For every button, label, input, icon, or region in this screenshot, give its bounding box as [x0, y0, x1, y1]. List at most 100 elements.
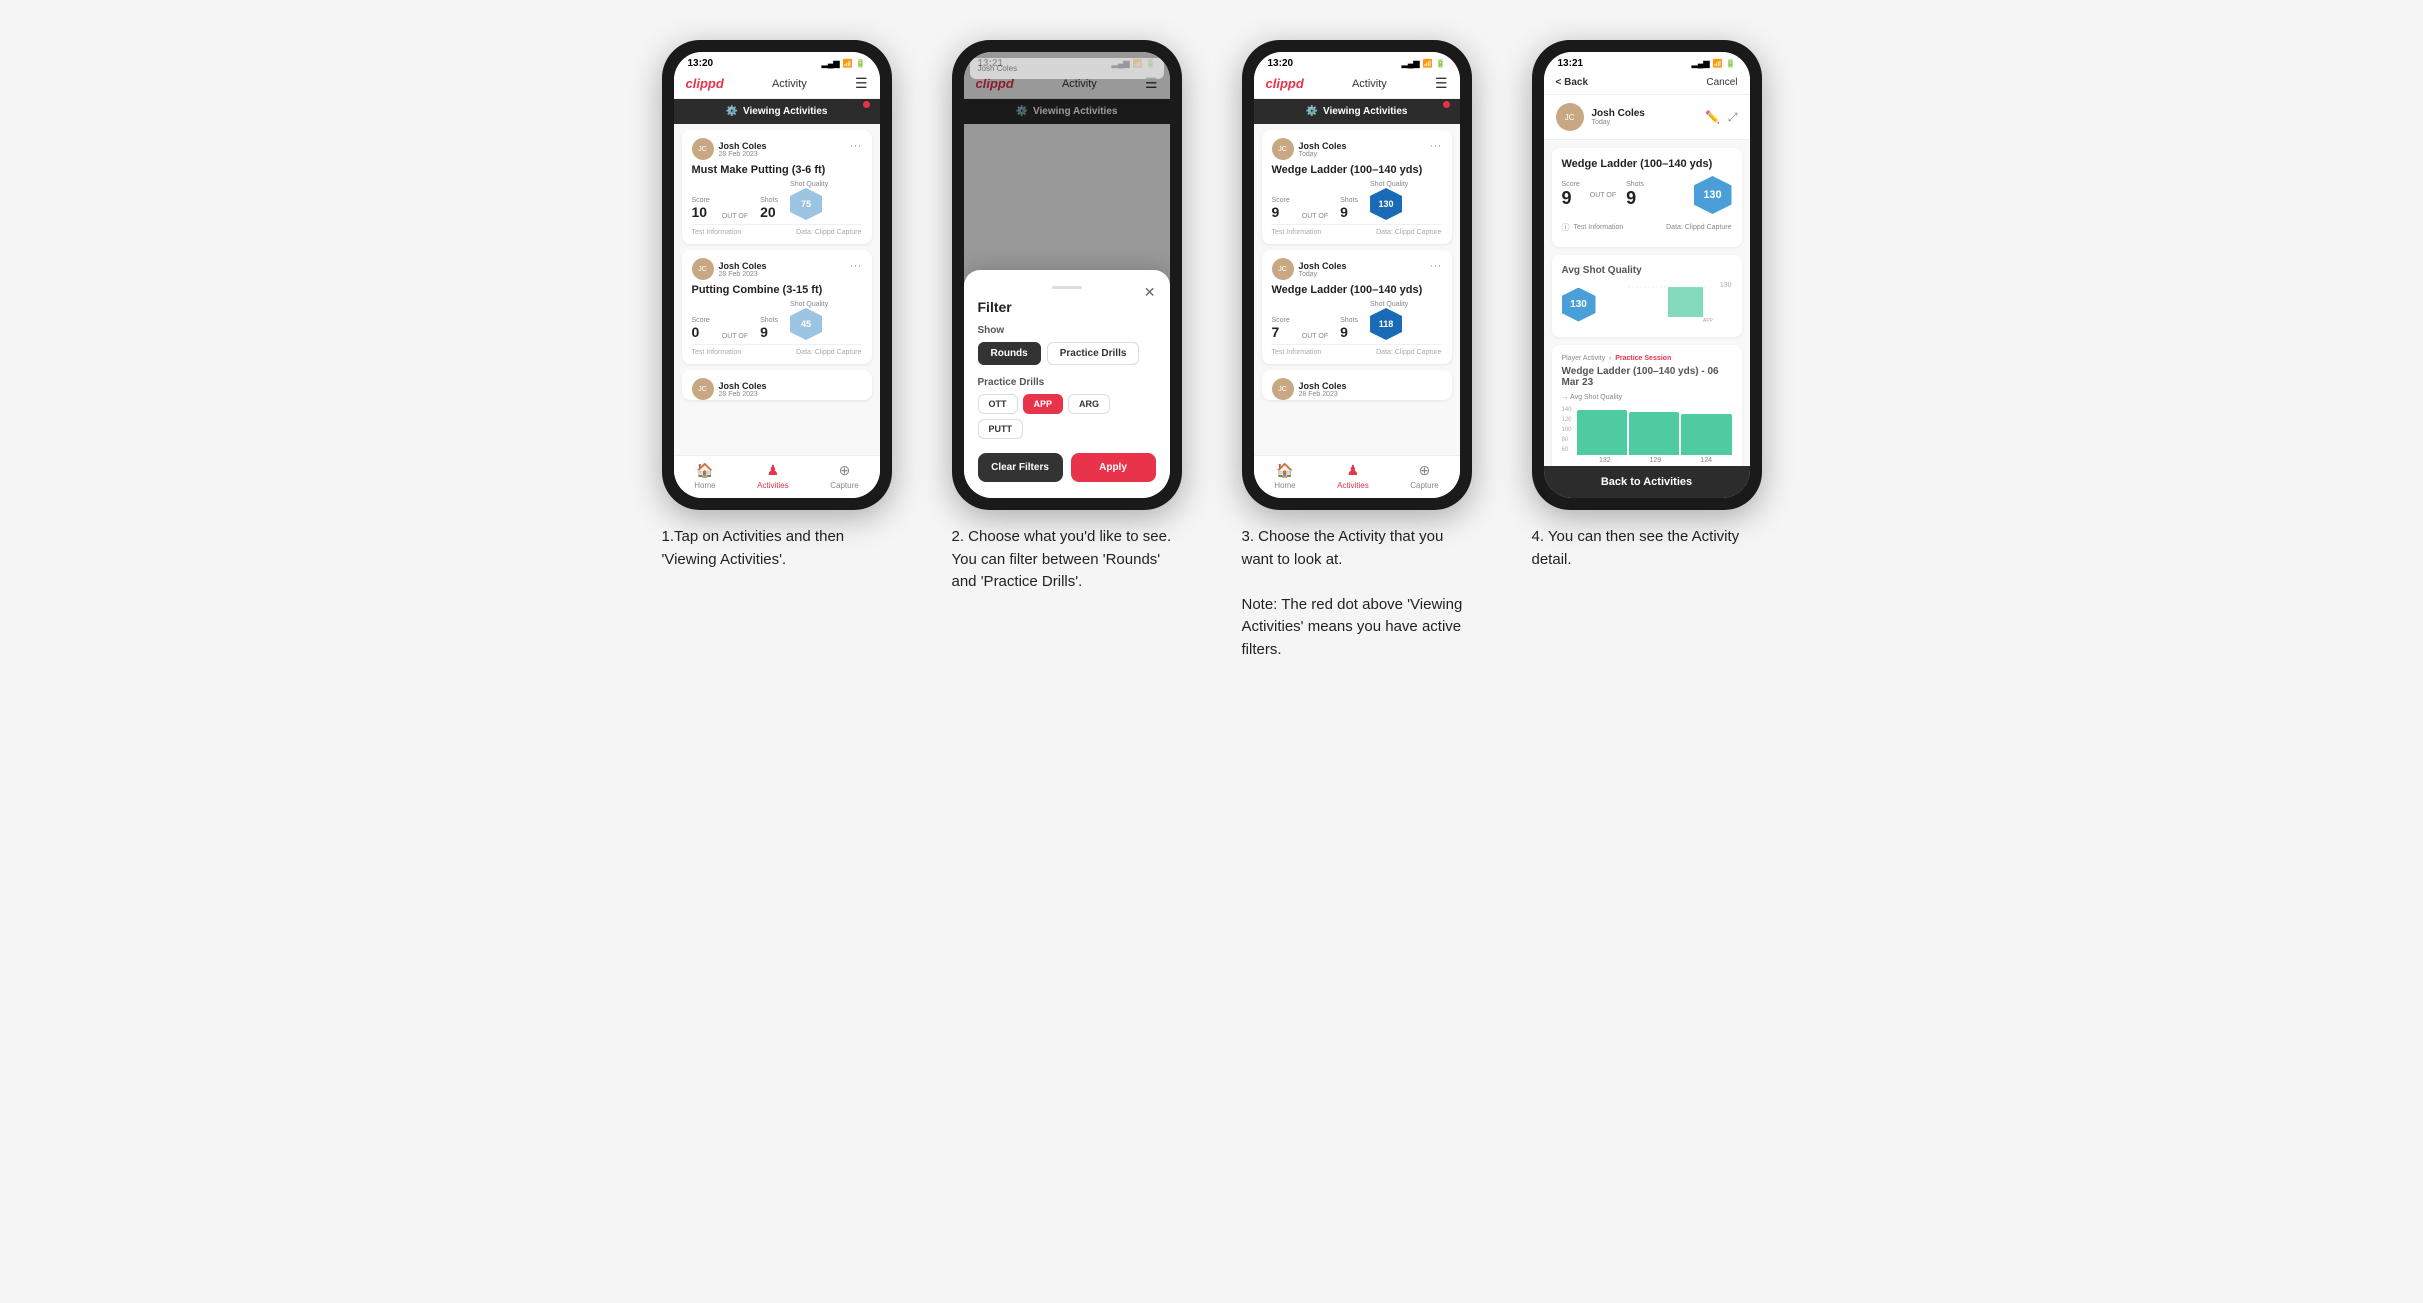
shots-label-1-1: Shots [760, 197, 778, 204]
activities-icon-1: ♟ [767, 462, 780, 479]
nav-home-3[interactable]: 🏠 Home [1274, 462, 1295, 490]
stat-out-3-1: OUT OF [1302, 213, 1328, 220]
nav-capture-1[interactable]: ⊕ Capture [830, 462, 858, 490]
back-btn-4[interactable]: < Back [1556, 77, 1589, 88]
nav-capture-label-1: Capture [830, 481, 858, 490]
caption-2: 2. Choose what you'd like to see. You ca… [952, 526, 1182, 594]
bottom-nav-3: 🏠 Home ♟ Activities ⊕ Capture [1254, 455, 1460, 498]
practice-toggle-2[interactable]: Practice Drills [1047, 342, 1140, 365]
dots-1-2[interactable]: ··· [850, 258, 862, 272]
stat-score-1-1: Score 10 [692, 197, 710, 220]
menu-icon-3[interactable]: ☰ [1435, 75, 1448, 92]
drill-name-1-1: Must Make Putting (3-6 ft) [692, 164, 862, 176]
activity-card-1-1[interactable]: JC Josh Coles 28 Feb 2023 ··· Must Make … [682, 130, 872, 244]
signal-icon-4: ▂▄▆ [1692, 59, 1710, 68]
status-icons-3: ▂▄▆ 📶 🔋 [1402, 59, 1446, 68]
shots-label-3-1: Shots [1340, 197, 1358, 204]
activity-card-3-2[interactable]: JC Josh Coles Today ··· Wedge Ladder (10… [1262, 250, 1452, 364]
tag-app-2[interactable]: APP [1023, 394, 1064, 414]
info-row-4: ⓘ Test Information Data: Clippd Capture [1562, 222, 1732, 233]
tag-arg-2[interactable]: ARG [1068, 394, 1110, 414]
nav-home-label-1: Home [694, 481, 715, 490]
viewing-bar-1[interactable]: ⚙️ Viewing Activities [674, 99, 880, 124]
score-label-1-1: Score [692, 197, 710, 204]
nav-activities-3[interactable]: ♟ Activities [1337, 462, 1369, 490]
user-info-3-3: JC Josh Coles 28 Feb 2023 [1272, 378, 1347, 400]
user-text-3-1: Josh Coles Today [1299, 141, 1347, 158]
bar-val-2-4: 129 [1650, 457, 1662, 464]
activity-card-1-2[interactable]: JC Josh Coles 28 Feb 2023 ··· Putting Co… [682, 250, 872, 364]
viewing-bar-3[interactable]: ⚙️ Viewing Activities [1254, 99, 1460, 124]
back-to-activities-btn-4[interactable]: Back to Activities [1544, 466, 1750, 498]
status-icons-1: ▂▄▆ 📶 🔋 [822, 59, 866, 68]
modal-buttons-2: Clear Filters Apply [978, 453, 1156, 482]
stat-outof-1-1: OUT OF [722, 213, 748, 220]
sub-avg-label-4: → Avg Shot Quality [1562, 394, 1732, 401]
modal-close-btn-2[interactable]: ✕ [1144, 284, 1156, 301]
rounds-toggle-2[interactable]: Rounds [978, 342, 1041, 365]
bars-container-4 [1577, 405, 1732, 455]
status-bar-4: 13:21 ▂▄▆ 📶 🔋 [1544, 52, 1750, 71]
user-name-3-1: Josh Coles [1299, 141, 1347, 151]
phone-1-section: 13:20 ▂▄▆ 📶 🔋 clippd Activity ☰ ⚙️ V [647, 40, 907, 571]
user-date-3-2: Today [1299, 271, 1347, 278]
activities-icon-3: ♟ [1347, 462, 1360, 479]
wifi-icon-3: 📶 [1423, 59, 1433, 68]
activity-card-3-3[interactable]: JC Josh Coles 28 Feb 2023 [1262, 370, 1452, 400]
phone-3-section: 13:20 ▂▄▆ 📶 🔋 clippd Activity ☰ ⚙️ V [1227, 40, 1487, 661]
info-left-3-1: Test Information [1272, 229, 1322, 236]
shots-label-1-2: Shots [760, 317, 778, 324]
nav-home-1[interactable]: 🏠 Home [694, 462, 715, 490]
stats-row-3-2: Score 7 OUT OF Shots 9 Shot Qu [1272, 301, 1442, 340]
user-info-3-1: JC Josh Coles Today [1272, 138, 1347, 160]
card-footer-1-2: Test Information Data: Clippd Capture [692, 344, 862, 356]
sq-label-3-2: Shot Quality [1370, 301, 1408, 308]
data-text-4: Data: Clippd Capture [1666, 224, 1731, 231]
dots-3-2[interactable]: ··· [1430, 258, 1442, 272]
card-footer-3-2: Test Information Data: Clippd Capture [1272, 344, 1442, 356]
bar-2-4 [1629, 412, 1679, 456]
bottom-nav-1: 🏠 Home ♟ Activities ⊕ Capture [674, 455, 880, 498]
app-logo-3: clippd [1266, 76, 1304, 91]
phone-4-frame: 13:21 ▂▄▆ 📶 🔋 < Back Cancel JC Jo [1532, 40, 1762, 510]
activity-card-3-1[interactable]: JC Josh Coles Today ··· Wedge Ladder (10… [1262, 130, 1452, 244]
filter-title-2: Filter [978, 299, 1156, 315]
activity-card-1-3[interactable]: JC Josh Coles 28 Feb 2023 [682, 370, 872, 400]
avatar-3-2: JC [1272, 258, 1294, 280]
detail-avatar-4: JC [1556, 103, 1584, 131]
drill-name-3-2: Wedge Ladder (100–140 yds) [1272, 284, 1442, 296]
app-header-1: clippd Activity ☰ [674, 71, 880, 99]
apply-btn-2[interactable]: Apply [1071, 453, 1156, 482]
nav-capture-3[interactable]: ⊕ Capture [1410, 462, 1438, 490]
detail-user-info-4: Josh Coles Today [1592, 108, 1697, 126]
dots-1-1[interactable]: ··· [850, 138, 862, 152]
score-value-1-1: 10 [692, 204, 710, 220]
menu-icon-1[interactable]: ☰ [855, 75, 868, 92]
detail-user-date-4: Today [1592, 119, 1697, 126]
dots-3-1[interactable]: ··· [1430, 138, 1442, 152]
app-title-1: Activity [772, 78, 807, 90]
cancel-btn-4[interactable]: Cancel [1706, 77, 1737, 88]
filter-tags-2: OTT APP ARG PUTT [978, 394, 1156, 439]
stat-out-1-2: OUT OF [722, 333, 748, 340]
tag-putt-2[interactable]: PUTT [978, 419, 1024, 439]
card-header-3-1: JC Josh Coles Today ··· [1272, 138, 1442, 160]
stat-sq-3-1: Shot Quality 130 [1370, 181, 1408, 220]
nav-home-label-3: Home [1274, 481, 1295, 490]
status-bar-3: 13:20 ▂▄▆ 📶 🔋 [1254, 52, 1460, 71]
user-name-1-1: Josh Coles [719, 141, 767, 151]
stat-outof-3-2: OUT OF [1302, 333, 1328, 340]
tag-ott-2[interactable]: OTT [978, 394, 1018, 414]
expand-icon-4[interactable]: ⤢ [1728, 110, 1738, 125]
edit-icon-4[interactable]: ✏️ [1705, 110, 1720, 124]
clear-filters-btn-2[interactable]: Clear Filters [978, 453, 1063, 482]
status-icons-4: ▂▄▆ 📶 🔋 [1692, 59, 1736, 68]
user-date-1-2: 28 Feb 2023 [719, 271, 767, 278]
nav-activities-1[interactable]: ♟ Activities [757, 462, 789, 490]
avatar-3-1: JC [1272, 138, 1294, 160]
practice-session-link-4[interactable]: Practice Session [1615, 355, 1671, 362]
info-right-3-1: Data: Clippd Capture [1376, 229, 1441, 236]
bar-val-1-4: 132 [1599, 457, 1611, 464]
detail-header-4: < Back Cancel [1544, 71, 1750, 95]
phone-2-section: 13:21 ▂▄▆ 📶 🔋 clippd Activity ☰ ⚙️ V [937, 40, 1197, 594]
